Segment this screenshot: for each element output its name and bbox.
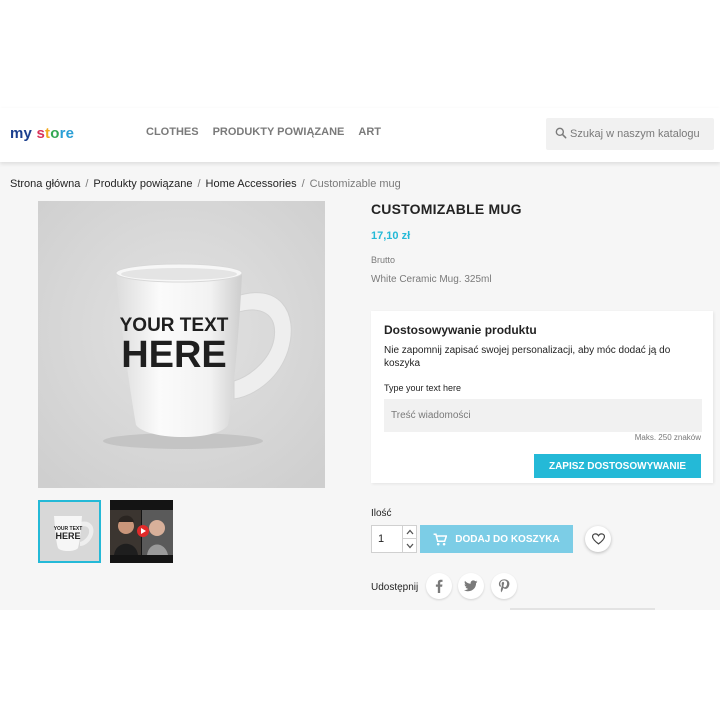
product-tabs-edge	[510, 608, 655, 610]
share-label: Udostępnij	[371, 582, 419, 593]
cart-icon	[433, 532, 448, 545]
breadcrumb-current: Customizable mug	[309, 178, 401, 190]
facebook-icon	[435, 579, 443, 593]
search-input[interactable]	[570, 118, 712, 150]
quantity-label: Ilość	[371, 508, 392, 519]
search-box	[546, 118, 714, 150]
search-icon[interactable]	[554, 126, 568, 140]
nav-item-clothes[interactable]: CLOTHES	[146, 126, 199, 138]
breadcrumb-separator: /	[301, 178, 305, 190]
twitter-icon	[464, 580, 478, 592]
main-nav: CLOTHES PRODUKTY POWIĄZANE ART	[146, 126, 381, 138]
product-price: 17,10 zł	[371, 230, 411, 242]
tax-label: Brutto	[371, 255, 396, 265]
breadcrumb-related-products[interactable]: Produkty powiązane	[93, 178, 192, 190]
thumbnail-video-image	[110, 500, 173, 563]
quantity-decrease-button[interactable]	[402, 539, 417, 552]
customization-title: Dostosowywanie produktu	[384, 323, 537, 337]
breadcrumb-home-accessories[interactable]: Home Accessories	[206, 178, 297, 190]
site-header: my store CLOTHES PRODUKTY POWIĄZANE ART	[0, 108, 720, 162]
breadcrumb-home[interactable]: Strona główna	[10, 178, 80, 190]
product-page: Strona główna / Produkty powiązane / Home Ac…	[0, 162, 720, 610]
product-main-image[interactable]: YOUR TEXT HERE	[38, 201, 325, 488]
mug-print-line2: HERE	[121, 334, 227, 376]
save-customization-button[interactable]: ZAPISZ DOSTOSOWYWANIE	[534, 454, 701, 478]
thumbnail-video[interactable]	[110, 500, 173, 563]
share-pinterest-button[interactable]	[491, 573, 517, 599]
breadcrumb: Strona główna / Produkty powiązane / Home Ac…	[10, 178, 401, 190]
heart-icon	[591, 533, 605, 545]
add-to-cart-button[interactable]: DODAJ DO KOSZYKA	[420, 525, 573, 553]
svg-text:HERE: HERE	[55, 531, 80, 541]
product-description: White Ceramic Mug. 325ml	[371, 274, 492, 285]
thumbnail-mug[interactable]: YOUR TEXT HERE	[38, 500, 101, 563]
mug-print-line1: YOUR TEXT	[120, 315, 229, 336]
share-facebook-button[interactable]	[426, 573, 452, 599]
breadcrumb-separator: /	[197, 178, 201, 190]
mug-image: YOUR TEXT HERE	[38, 201, 325, 488]
customization-field-label: Type your text here	[384, 383, 462, 393]
pinterest-icon	[498, 578, 510, 592]
customization-text-input[interactable]	[384, 399, 702, 432]
add-to-cart-label: DODAJ DO KOSZYKA	[455, 533, 560, 545]
customization-note: Nie zapomnij zapisać swojej personalizac…	[384, 345, 671, 369]
nav-item-art[interactable]: ART	[358, 126, 381, 138]
thumbnail-mug-image: YOUR TEXT HERE	[40, 502, 99, 561]
wishlist-button[interactable]	[585, 526, 611, 552]
store-logo[interactable]: my store	[10, 125, 74, 142]
breadcrumb-separator: /	[85, 178, 89, 190]
character-limit: Maks. 250 znaków	[634, 433, 701, 442]
chevron-down-icon	[406, 543, 414, 548]
quantity-increase-button[interactable]	[402, 526, 417, 539]
share-twitter-button[interactable]	[458, 573, 484, 599]
product-title: CUSTOMIZABLE MUG	[371, 201, 522, 217]
chevron-up-icon	[406, 529, 414, 535]
nav-item-related-products[interactable]: PRODUKTY POWIĄZANE	[213, 126, 345, 138]
quantity-stepper	[371, 525, 417, 553]
quantity-input[interactable]	[372, 526, 402, 552]
customization-panel: Dostosowywanie produktu Nie zapomnij zap…	[371, 311, 713, 483]
